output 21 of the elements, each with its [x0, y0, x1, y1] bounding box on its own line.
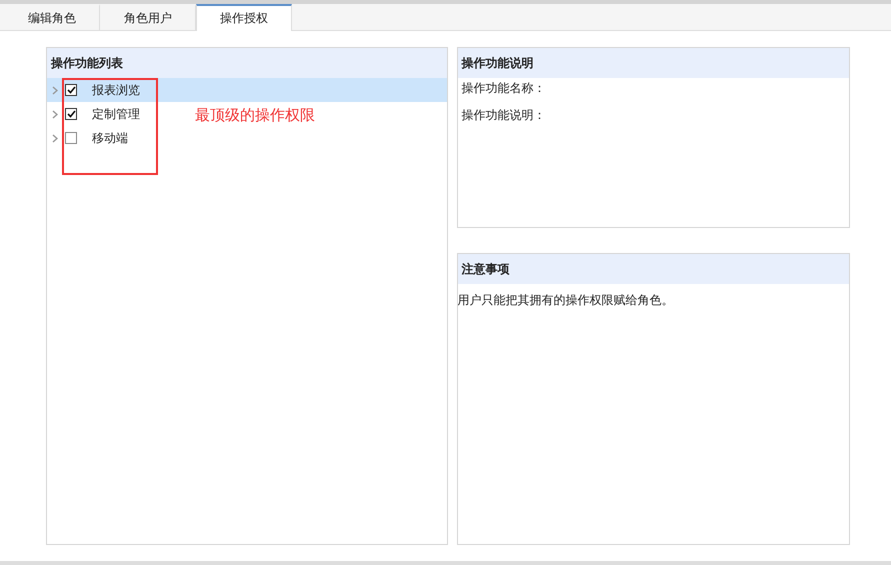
tree-item[interactable]: 报表浏览 — [47, 78, 446, 102]
field-label: 操作功能说明： — [460, 107, 546, 124]
tree-item[interactable]: 移动端 — [47, 126, 132, 150]
chevron-icon[interactable] — [52, 134, 58, 142]
tab[interactable]: 编辑角色 — [4, 4, 100, 30]
item-label: 定制管理 — [92, 106, 140, 122]
checkbox[interactable] — [65, 108, 77, 120]
tree-item[interactable]: 定制管理 — [47, 102, 144, 126]
item-label: 移动端 — [92, 130, 128, 146]
chevron-icon[interactable] — [52, 110, 58, 118]
annotation-text: 最顶级的操作权限 — [195, 106, 315, 125]
field-label: 操作功能名称： — [460, 80, 546, 97]
panel-title: 操作功能说明 — [458, 48, 849, 78]
tab[interactable]: 操作授权 — [196, 4, 292, 31]
checkbox[interactable] — [65, 84, 77, 96]
panel-title: 注意事项 — [458, 254, 849, 284]
checkbox[interactable] — [65, 132, 77, 144]
panel-title: 操作功能列表 — [47, 48, 446, 78]
note-text: 用户只能把其拥有的操作权限赋给角色。 — [458, 292, 674, 309]
chevron-icon[interactable] — [52, 86, 58, 94]
item-label: 报表浏览 — [92, 82, 140, 98]
